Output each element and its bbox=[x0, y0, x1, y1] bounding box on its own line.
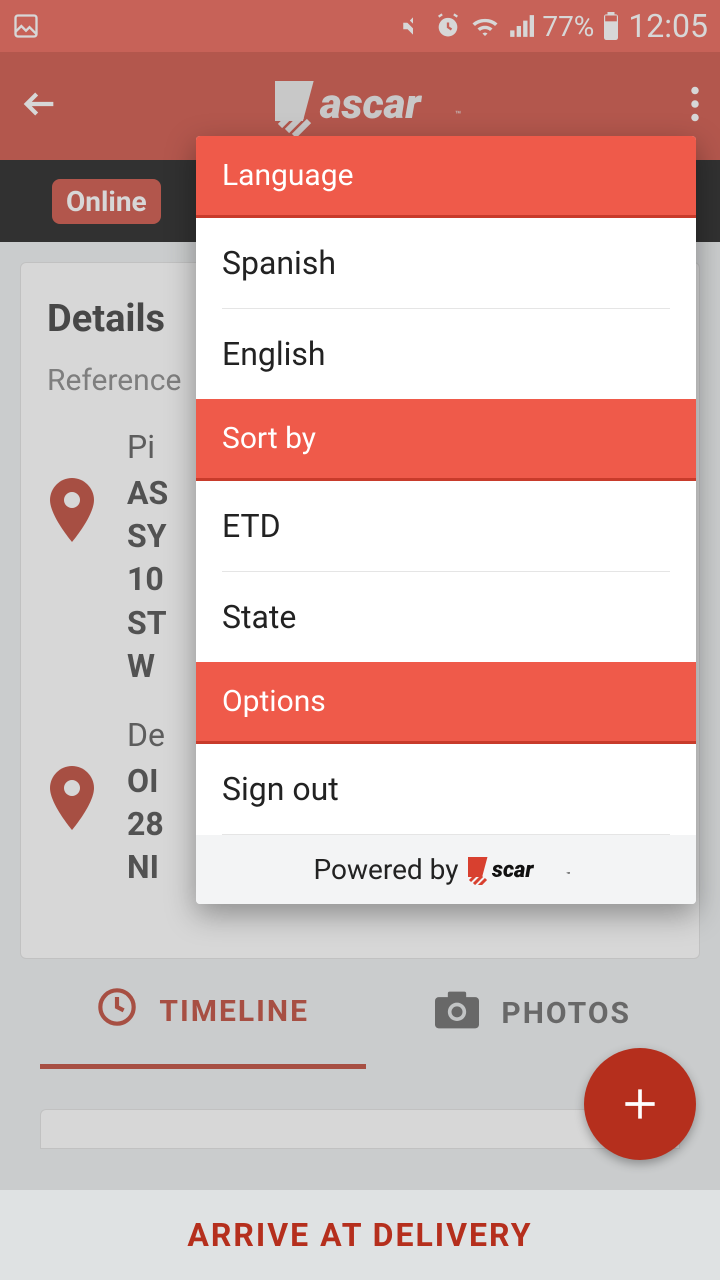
menu-footer: Powered by scar ™ bbox=[196, 835, 696, 904]
powered-by-label: Powered by bbox=[314, 853, 459, 886]
menu-item-signout[interactable]: Sign out bbox=[196, 744, 696, 834]
ascar-logo-mini: scar ™ bbox=[468, 855, 578, 885]
menu-item-state[interactable]: State bbox=[196, 572, 696, 662]
arrive-at-delivery-button[interactable]: ARRIVE AT DELIVERY bbox=[0, 1190, 720, 1280]
menu-item-spanish[interactable]: Spanish bbox=[196, 218, 696, 308]
svg-text:™: ™ bbox=[566, 871, 570, 879]
fab-add-button[interactable] bbox=[584, 1048, 696, 1160]
menu-header-options: Options bbox=[196, 662, 696, 744]
menu-header-sortby: Sort by bbox=[196, 399, 696, 481]
menu-header-language: Language bbox=[196, 136, 696, 218]
menu-item-english[interactable]: English bbox=[196, 309, 696, 399]
overflow-menu: Language Spanish English Sort by ETD Sta… bbox=[196, 136, 696, 904]
menu-item-etd[interactable]: ETD bbox=[196, 481, 696, 571]
svg-text:scar: scar bbox=[491, 858, 534, 883]
bottom-action-label: ARRIVE AT DELIVERY bbox=[187, 1216, 532, 1254]
